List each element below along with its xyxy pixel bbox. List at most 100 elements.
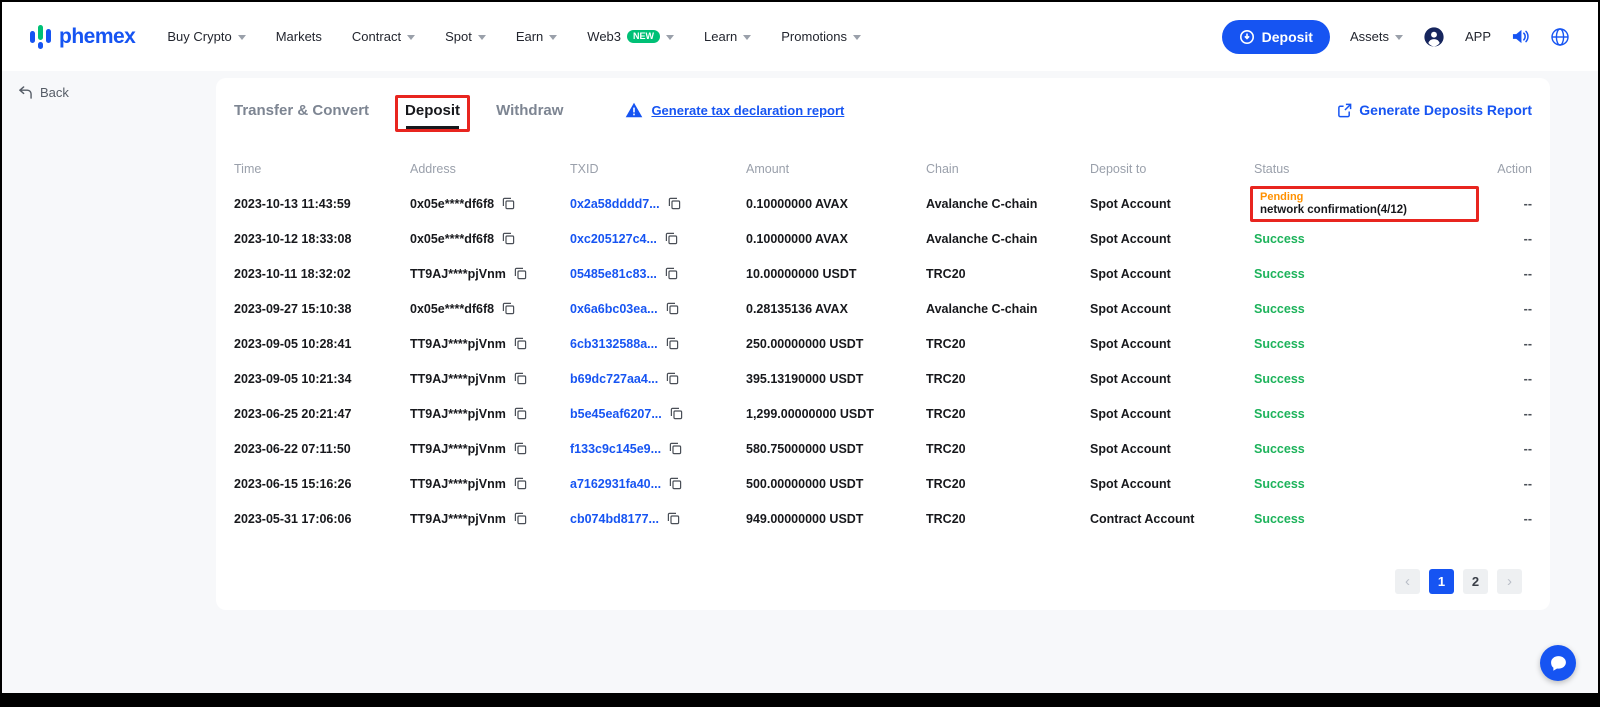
cell-action: -- (1472, 512, 1532, 526)
chevron-down-icon (743, 35, 751, 40)
copy-icon[interactable] (514, 407, 527, 420)
cell-status: Success (1254, 300, 1472, 318)
tab-label: Deposit (405, 102, 460, 119)
txid-link[interactable]: f133c9c145e9... (570, 442, 661, 456)
cell-address: TT9AJ****pjVnm (410, 477, 570, 491)
cell-status: Success (1254, 440, 1472, 458)
cell-chain: Avalanche C-chain (926, 302, 1090, 316)
copy-icon[interactable] (514, 477, 527, 490)
copy-icon[interactable] (502, 232, 515, 245)
copy-icon[interactable] (514, 267, 527, 280)
deposit-button[interactable]: Deposit (1222, 20, 1330, 54)
cell-action: -- (1472, 232, 1532, 246)
nav-item-label: Promotions (781, 29, 847, 44)
copy-icon[interactable] (668, 197, 681, 210)
table-row: 2023-10-11 18:32:02TT9AJ****pjVnm05485e8… (234, 256, 1532, 291)
cell-action: -- (1472, 337, 1532, 351)
navbar-right: Deposit Assets APP (1222, 20, 1570, 54)
column-header-action: Action (1472, 162, 1532, 176)
address-value: TT9AJ****pjVnm (410, 442, 506, 456)
nav-item-buy-crypto[interactable]: Buy Crypto (167, 29, 245, 44)
nav-item-learn[interactable]: Learn (704, 29, 751, 44)
active-tab-underline (406, 126, 459, 129)
txid-link[interactable]: 6cb3132588a... (570, 337, 658, 351)
copy-icon[interactable] (514, 442, 527, 455)
phemex-logo[interactable]: phemex (30, 25, 135, 49)
assets-label: Assets (1350, 29, 1389, 44)
announcements-button[interactable] (1511, 28, 1530, 45)
nav-item-web3[interactable]: Web3NEW (587, 29, 674, 44)
nav-item-promotions[interactable]: Promotions (781, 29, 861, 44)
cell-action: -- (1472, 302, 1532, 316)
pagination-next-button[interactable]: › (1497, 569, 1522, 594)
copy-icon[interactable] (666, 372, 679, 385)
copy-icon[interactable] (666, 302, 679, 315)
txid-link[interactable]: cb074bd8177... (570, 512, 659, 526)
cell-amount: 580.75000000 USDT (746, 442, 926, 456)
language-button[interactable] (1550, 27, 1570, 47)
back-button[interactable]: Back (18, 85, 69, 100)
copy-icon[interactable] (665, 232, 678, 245)
address-value: TT9AJ****pjVnm (410, 407, 506, 421)
txid-link[interactable]: 0x6a6bc03ea... (570, 302, 658, 316)
user-icon (1423, 26, 1445, 48)
chevron-down-icon (549, 35, 557, 40)
phemex-logo-icon (30, 25, 52, 49)
txid-link[interactable]: b69dc727aa4... (570, 372, 658, 386)
copy-icon[interactable] (669, 477, 682, 490)
nav-menu: Buy Crypto Markets Contract Spot Earn Web3NEW… (167, 29, 861, 44)
chevron-down-icon (238, 35, 246, 40)
pagination-page-1[interactable]: 1 (1429, 569, 1454, 594)
copy-icon[interactable] (665, 267, 678, 280)
chevron-down-icon (1395, 35, 1403, 40)
status-success: Success (1254, 407, 1305, 421)
cell-txid: cb074bd8177... (570, 512, 746, 526)
nav-item-spot[interactable]: Spot (445, 29, 486, 44)
cell-deposit-to: Spot Account (1090, 197, 1254, 211)
copy-icon[interactable] (670, 407, 683, 420)
cell-status: Success (1254, 475, 1472, 493)
txid-link[interactable]: 0xc205127c4... (570, 232, 657, 246)
txid-link[interactable]: a7162931fa40... (570, 477, 661, 491)
nav-item-contract[interactable]: Contract (352, 29, 415, 44)
chat-support-button[interactable] (1540, 645, 1576, 681)
tax-report-link-group[interactable]: Generate tax declaration report (625, 102, 844, 118)
pagination-page-2[interactable]: 2 (1463, 569, 1488, 594)
pagination-prev-button[interactable]: ‹ (1395, 569, 1420, 594)
copy-icon[interactable] (514, 512, 527, 525)
tabs-row: Transfer & Convert Deposit Withdraw Genera… (216, 78, 1550, 136)
copy-icon[interactable] (514, 337, 527, 350)
status-pending: Pendingnetwork confirmation(4/12) (1254, 189, 1413, 219)
assets-menu[interactable]: Assets (1350, 29, 1403, 44)
cell-status: Success (1254, 335, 1472, 353)
txid-link[interactable]: 0x2a58dddd7... (570, 197, 660, 211)
address-value: TT9AJ****pjVnm (410, 267, 506, 281)
cell-time: 2023-06-15 15:16:26 (234, 477, 410, 491)
txid-link[interactable]: 05485e81c83... (570, 267, 657, 281)
cell-deposit-to: Spot Account (1090, 407, 1254, 421)
app-link[interactable]: APP (1465, 29, 1491, 44)
cell-chain: Avalanche C-chain (926, 232, 1090, 246)
tab-transfer-convert[interactable]: Transfer & Convert (234, 102, 369, 129)
tab-deposit[interactable]: Deposit (405, 102, 460, 129)
copy-icon[interactable] (666, 337, 679, 350)
txid-link[interactable]: b5e45eaf6207... (570, 407, 662, 421)
nav-item-earn[interactable]: Earn (516, 29, 557, 44)
tab-withdraw[interactable]: Withdraw (496, 102, 563, 129)
copy-icon[interactable] (667, 512, 680, 525)
copy-icon[interactable] (669, 442, 682, 455)
cell-deposit-to: Spot Account (1090, 267, 1254, 281)
cell-time: 2023-09-27 15:10:38 (234, 302, 410, 316)
copy-icon[interactable] (502, 302, 515, 315)
table-row: 2023-06-22 07:11:50TT9AJ****pjVnmf133c9c… (234, 431, 1532, 466)
tax-report-link[interactable]: Generate tax declaration report (651, 103, 844, 118)
cell-address: TT9AJ****pjVnm (410, 512, 570, 526)
nav-item-markets[interactable]: Markets (276, 29, 322, 44)
account-button[interactable] (1423, 26, 1445, 48)
tab-label: Transfer & Convert (234, 102, 369, 119)
table-row: 2023-09-05 10:28:41TT9AJ****pjVnm6cb3132… (234, 326, 1532, 361)
cell-action: -- (1472, 407, 1532, 421)
copy-icon[interactable] (502, 197, 515, 210)
copy-icon[interactable] (514, 372, 527, 385)
generate-deposits-report-link[interactable]: Generate Deposits Report (1337, 102, 1532, 118)
